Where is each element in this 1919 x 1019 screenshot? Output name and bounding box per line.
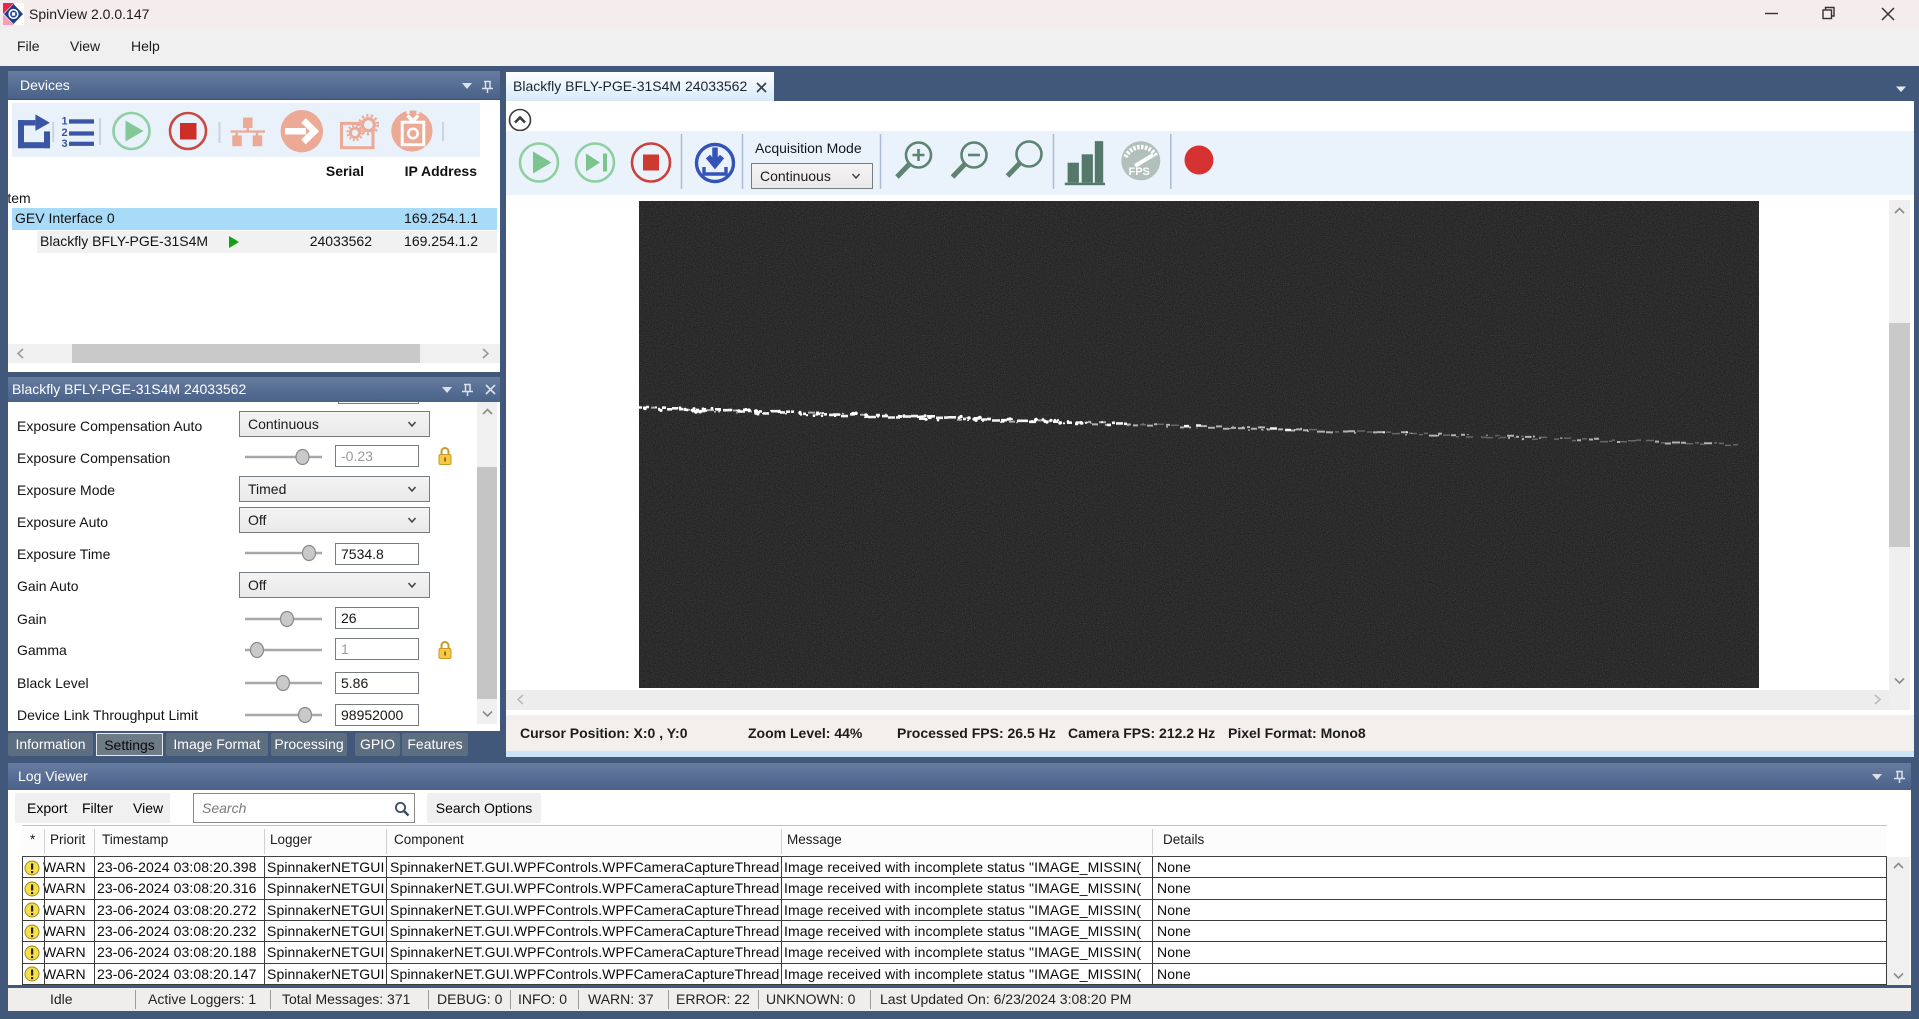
svg-text:3: 3 (62, 138, 68, 150)
svg-text:FPS: FPS (1129, 166, 1150, 178)
svg-text:1: 1 (62, 116, 68, 128)
svg-text:2: 2 (62, 127, 68, 139)
